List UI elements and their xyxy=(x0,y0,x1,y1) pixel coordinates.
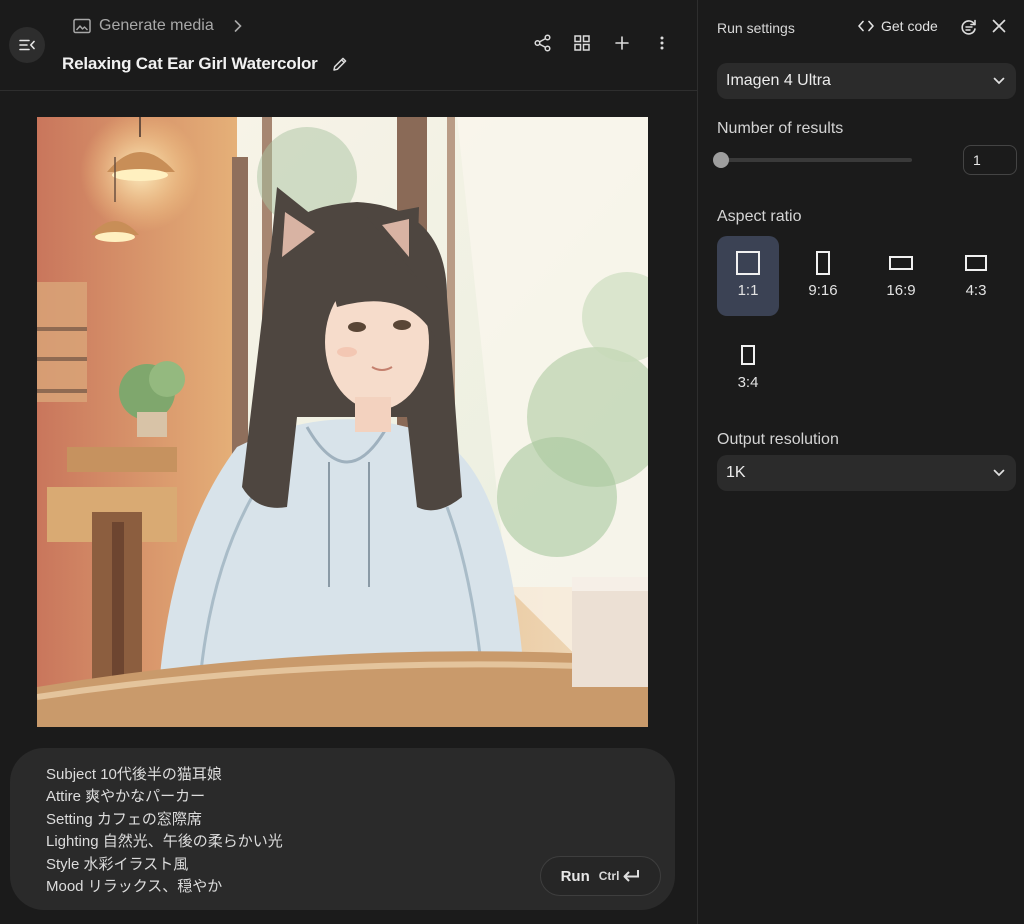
close-panel-button[interactable] xyxy=(992,19,1006,38)
new-button[interactable] xyxy=(613,33,631,53)
page-title: Relaxing Cat Ear Girl Watercolor xyxy=(62,54,318,73)
generated-image[interactable] xyxy=(37,117,648,727)
code-icon xyxy=(858,20,874,32)
resolution-label: Output resolution xyxy=(717,431,839,448)
prompt-line: Style 水彩イラスト風 xyxy=(46,855,189,873)
prompt-line: Mood リラックス、穏やか xyxy=(46,878,223,896)
breadcrumb-label: Generate media xyxy=(99,17,214,34)
results-label: Number of results xyxy=(717,120,844,137)
collapse-menu-icon xyxy=(19,39,35,51)
share-icon xyxy=(533,34,551,52)
get-code-label: Get code xyxy=(881,18,938,34)
close-icon xyxy=(992,19,1006,33)
results-input[interactable] xyxy=(963,145,1017,175)
shortcut-label: Ctrl xyxy=(598,869,620,883)
aspect-ratio-label-3-4: 3:4 xyxy=(737,374,759,391)
edit-title-button[interactable] xyxy=(332,56,348,72)
get-code-button[interactable]: Get code xyxy=(858,18,938,34)
prompt-line: Subject 10代後半の猫耳娘 xyxy=(46,766,222,783)
pencil-icon xyxy=(332,57,346,71)
aspect-ratio-4-3[interactable]: 4:3 xyxy=(945,236,1007,316)
aspect-ratio-16-9[interactable]: 16:9 xyxy=(870,236,932,316)
prompt-line: Setting カフェの窓際席 xyxy=(46,810,202,828)
results-slider-track[interactable] xyxy=(717,158,912,162)
keyboard-shortcut: Ctrl xyxy=(599,869,641,883)
aspect-ratio-3-4[interactable]: 3:4 xyxy=(717,328,779,408)
aspect-ratio-9-16[interactable]: 9:16 xyxy=(792,236,854,316)
aspect-ratio-label-1-1: 1:1 xyxy=(737,282,759,299)
prompt-line: Attire 爽やかなパーカー xyxy=(46,788,206,806)
main-area: Generate media Relaxing Cat Ear Girl Wat… xyxy=(0,0,697,924)
run-settings-panel: Run settings Get code Imagen 4 Ultra Num… xyxy=(697,0,1024,924)
landscape-ratio-icon xyxy=(889,256,913,270)
aspect-ratio-label: Aspect ratio xyxy=(717,208,802,225)
aspect-ratio-label-4-3: 4:3 xyxy=(965,282,987,299)
panel-title: Run settings xyxy=(717,20,795,36)
aspect-ratio-label-16-9: 16:9 xyxy=(886,282,916,299)
run-button[interactable]: Run Ctrl xyxy=(540,856,661,896)
prompt-text[interactable]: Subject 10代後半の猫耳娘 Attire 爽やかなパーカー Settin… xyxy=(46,764,283,898)
results-slider-thumb[interactable] xyxy=(713,152,729,168)
image-icon xyxy=(73,18,91,34)
standard-ratio-icon xyxy=(965,255,987,271)
run-label: Run xyxy=(560,867,590,885)
more-options-button[interactable] xyxy=(653,33,671,53)
tall-ratio-icon xyxy=(741,345,755,365)
aspect-ratio-1-1[interactable]: 1:1 xyxy=(717,236,779,316)
title-row: Relaxing Cat Ear Girl Watercolor xyxy=(62,50,348,78)
plus-icon xyxy=(615,36,629,50)
generated-image-illustration xyxy=(37,117,648,727)
reset-settings-button[interactable] xyxy=(960,18,978,41)
prompt-line: Lighting 自然光、午後の柔らかい光 xyxy=(46,833,283,851)
prompt-input[interactable]: Subject 10代後半の猫耳娘 Attire 爽やかなパーカー Settin… xyxy=(10,748,675,910)
model-select-value: Imagen 4 Ultra xyxy=(726,72,831,89)
chevron-down-icon xyxy=(993,469,1005,477)
reset-settings-icon xyxy=(961,19,976,35)
more-vert-icon xyxy=(660,36,664,50)
model-select[interactable]: Imagen 4 Ultra xyxy=(717,63,1016,99)
toggle-sidebar-button[interactable] xyxy=(9,27,45,63)
aspect-ratio-label-9-16: 9:16 xyxy=(808,282,838,299)
top-bar: Generate media Relaxing Cat Ear Girl Wat… xyxy=(0,0,697,91)
gallery-button[interactable] xyxy=(573,33,591,53)
chevron-right-icon xyxy=(234,20,242,32)
chevron-down-icon xyxy=(993,77,1005,85)
portrait-ratio-icon xyxy=(816,251,830,275)
square-ratio-icon xyxy=(736,251,760,275)
grid-icon xyxy=(574,35,590,51)
breadcrumb[interactable]: Generate media xyxy=(73,14,242,38)
enter-key-icon xyxy=(623,870,640,882)
resolution-select[interactable]: 1K xyxy=(717,455,1016,491)
header-actions xyxy=(533,33,671,53)
resolution-select-value: 1K xyxy=(726,464,746,481)
share-button[interactable] xyxy=(533,33,551,53)
